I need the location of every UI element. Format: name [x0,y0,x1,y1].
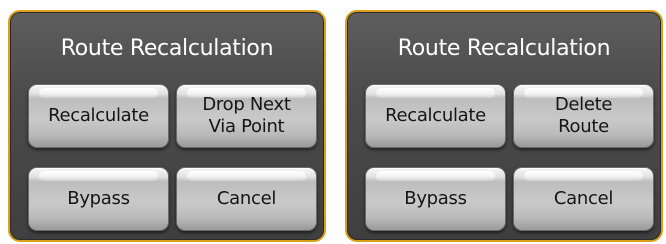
dialog-title: Route Recalculation [397,36,611,61]
recalculate-button[interactable]: Recalculate [28,84,169,148]
drop-next-via-point-button-label: Drop Next Via Point [202,94,291,137]
cancel-button-label: Cancel [553,188,614,209]
bypass-button[interactable]: Bypass [365,167,506,231]
bypass-button[interactable]: Bypass [28,167,169,231]
cancel-button[interactable]: Cancel [513,167,654,231]
recalculate-button-label: Recalculate [385,105,486,126]
drop-next-via-point-button[interactable]: Drop Next Via Point [176,84,317,148]
recalculate-button-label: Recalculate [48,105,149,126]
route-recalculation-dialog-right: Route Recalculation Recalculate Delete R… [345,10,663,242]
dialog-title: Route Recalculation [60,36,274,61]
bypass-button-label: Bypass [67,188,130,209]
delete-route-button-label: Delete Route [554,94,613,137]
delete-route-button[interactable]: Delete Route [513,84,654,148]
bypass-button-label: Bypass [404,188,467,209]
recalculate-button[interactable]: Recalculate [365,84,506,148]
cancel-button-label: Cancel [216,188,277,209]
route-recalculation-dialog-left: Route Recalculation Recalculate Drop Nex… [8,10,326,242]
cancel-button[interactable]: Cancel [176,167,317,231]
